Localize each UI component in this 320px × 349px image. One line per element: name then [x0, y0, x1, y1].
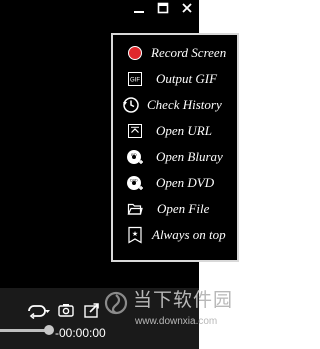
menu-item-output-gif[interactable]: GIF Output GIF	[113, 67, 237, 91]
loop-icon[interactable]	[25, 303, 51, 319]
menu-item-label: Record Screen	[151, 45, 227, 60]
svg-text:★: ★	[132, 230, 138, 238]
close-button[interactable]	[177, 0, 197, 16]
menu-item-open-file[interactable]: Open File	[113, 197, 237, 221]
share-icon[interactable]	[84, 302, 100, 318]
menu-item-label: Open Bluray	[156, 149, 223, 164]
seek-bar[interactable]	[0, 329, 48, 332]
menu-item-open-bluray[interactable]: BD Open Bluray	[113, 145, 237, 169]
menu-item-label: Check History	[147, 97, 222, 112]
minimize-button[interactable]	[129, 0, 149, 16]
svg-text:GIF: GIF	[130, 78, 140, 84]
seek-handle[interactable]	[44, 325, 54, 335]
menu-item-label: Open DVD	[156, 175, 215, 190]
menu-item-record-screen[interactable]: Record Screen	[113, 41, 237, 65]
menu-item-check-history[interactable]: Check History	[113, 93, 237, 117]
maximize-icon	[157, 2, 169, 14]
context-menu: Record Screen GIF Output GIF Check Histo…	[111, 33, 239, 262]
menu-item-label: Open URL	[156, 123, 212, 138]
svg-text:BD: BD	[131, 152, 137, 157]
camera-icon[interactable]	[58, 303, 74, 317]
history-icon	[122, 96, 140, 114]
menu-item-open-url[interactable]: Open URL	[113, 119, 237, 143]
time-display: -00:00:00	[55, 326, 106, 340]
minimize-icon	[134, 11, 144, 13]
bluray-icon: BD	[126, 148, 144, 166]
gif-icon: GIF	[126, 70, 144, 88]
menu-item-always-on-top[interactable]: ★ Always on top	[113, 223, 237, 247]
menu-item-open-dvd[interactable]: DVD Open DVD	[113, 171, 237, 195]
menu-item-label: Output GIF	[156, 71, 218, 86]
watermark-url: www.downxia.com	[135, 316, 218, 327]
folder-icon	[126, 200, 144, 218]
dvd-icon: DVD	[126, 174, 144, 192]
url-icon	[126, 122, 144, 140]
watermark-text: 当下软件园	[133, 289, 234, 311]
maximize-button[interactable]	[153, 0, 173, 16]
record-icon	[126, 44, 144, 62]
pin-icon: ★	[126, 226, 144, 244]
title-bar	[0, 0, 199, 18]
close-icon	[182, 3, 192, 13]
menu-item-label: Always on top	[152, 227, 226, 242]
menu-item-label: Open File	[157, 201, 210, 216]
svg-text:DVD: DVD	[130, 179, 138, 183]
